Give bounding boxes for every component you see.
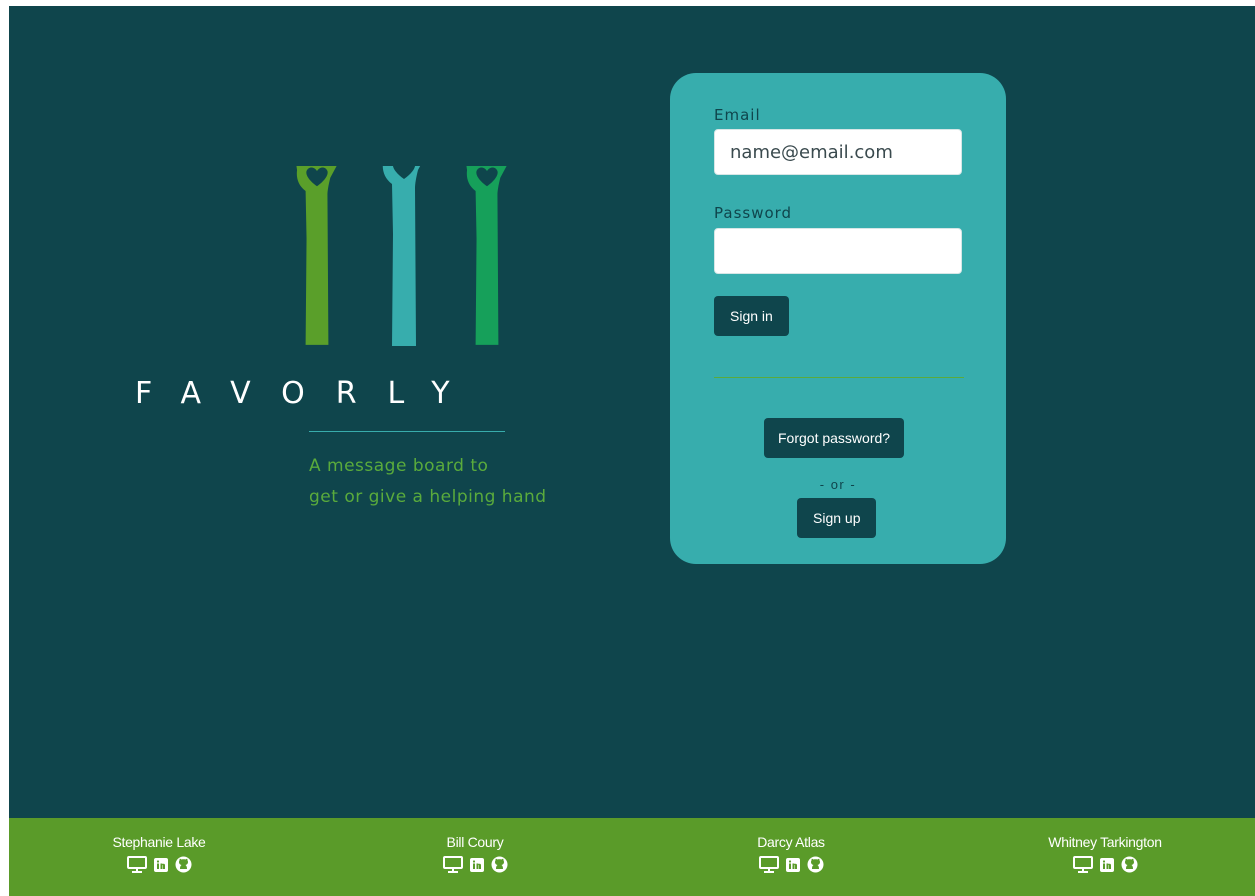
brand-name: FAVORLY — [135, 376, 481, 411]
email-field[interactable] — [714, 129, 962, 175]
team-member: Whitney Tarkington — [1005, 834, 1205, 873]
github-icon[interactable] — [175, 856, 192, 873]
linkedin-icon[interactable] — [469, 857, 484, 872]
hand-right — [463, 166, 515, 345]
member-name: Whitney Tarkington — [1048, 834, 1162, 850]
github-icon[interactable] — [1121, 856, 1138, 873]
email-label: Email — [714, 106, 761, 124]
github-icon[interactable] — [491, 856, 508, 873]
hand-left — [293, 166, 345, 345]
card-divider — [714, 377, 964, 378]
or-separator: - or - — [819, 477, 857, 492]
sign-up-button[interactable]: Sign up — [797, 498, 877, 538]
footer: Stephanie Lake Bill Coury Darcy Atlas Wh… — [9, 818, 1255, 896]
hands-logo — [293, 166, 515, 346]
monitor-icon[interactable] — [758, 856, 779, 873]
tagline-line-1: A message board to — [309, 456, 489, 476]
linkedin-icon[interactable] — [785, 857, 800, 872]
linkedin-icon[interactable] — [153, 857, 168, 872]
forgot-password-button[interactable]: Forgot password? — [764, 418, 905, 458]
member-name: Darcy Atlas — [757, 834, 825, 850]
github-icon[interactable] — [807, 856, 824, 873]
sign-in-button[interactable]: Sign in — [714, 296, 789, 336]
password-field[interactable] — [714, 228, 962, 274]
monitor-icon[interactable] — [442, 856, 463, 873]
login-card: Email Password Sign in Forgot password? … — [670, 73, 1006, 564]
team-member: Stephanie Lake — [59, 834, 259, 873]
hand-middle — [378, 166, 433, 346]
tagline-line-2: get or give a helping hand — [309, 487, 547, 507]
tagline-divider — [309, 431, 505, 432]
team-member: Bill Coury — [375, 834, 575, 873]
linkedin-icon[interactable] — [1099, 857, 1114, 872]
member-name: Bill Coury — [446, 834, 504, 850]
member-name: Stephanie Lake — [112, 834, 206, 850]
tagline: A message board to get or give a helping… — [309, 451, 547, 513]
monitor-icon[interactable] — [126, 856, 147, 873]
app-frame: FAVORLY A message board to get or give a… — [9, 6, 1255, 896]
password-label: Password — [714, 204, 793, 222]
monitor-icon[interactable] — [1072, 856, 1093, 873]
team-member: Darcy Atlas — [691, 834, 891, 873]
